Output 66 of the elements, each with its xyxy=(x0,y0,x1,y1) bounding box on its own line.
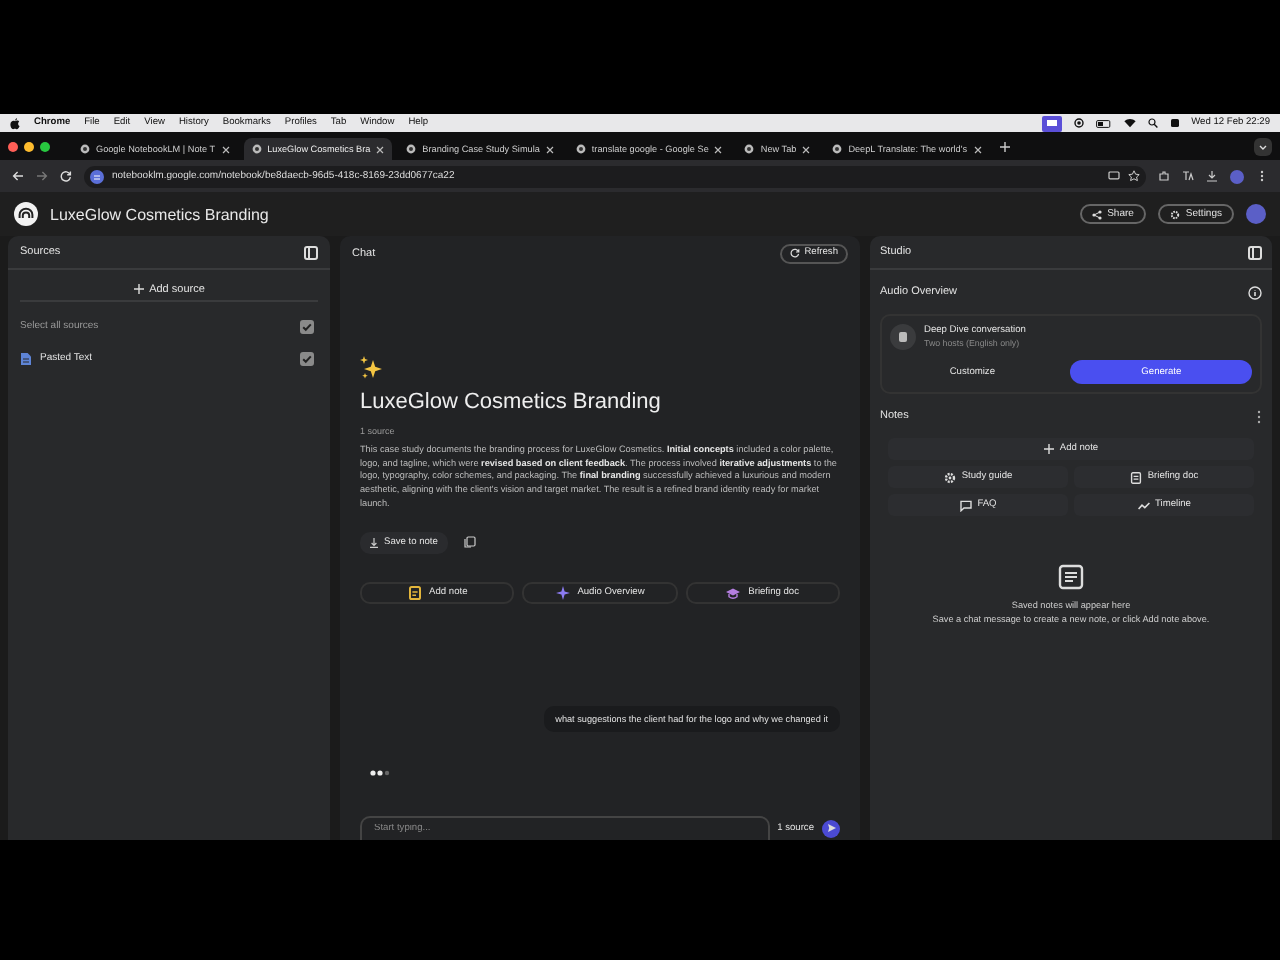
notebook-title: LuxeGlow Cosmetics Branding xyxy=(50,205,271,223)
reload-icon[interactable] xyxy=(60,170,72,182)
close-tab-icon[interactable] xyxy=(376,145,385,153)
close-tab-icon[interactable] xyxy=(714,145,723,153)
speech-bubble-icon xyxy=(959,499,972,511)
more-options-icon[interactable] xyxy=(1256,170,1268,182)
minimize-window-button[interactable] xyxy=(24,141,34,151)
close-tab-icon[interactable] xyxy=(802,145,811,153)
install-icon[interactable] xyxy=(1108,170,1120,182)
sparkle-icon xyxy=(555,585,570,600)
refresh-icon xyxy=(790,248,801,258)
close-tab-icon[interactable] xyxy=(545,145,554,153)
document-icon xyxy=(1129,471,1142,483)
gear-icon xyxy=(943,471,956,483)
record-icon[interactable] xyxy=(1073,118,1084,128)
panel-toggle-icon[interactable] xyxy=(304,245,318,259)
audio-icon xyxy=(890,324,916,350)
battery-icon[interactable] xyxy=(1095,119,1112,127)
panel-toggle-icon[interactable] xyxy=(1248,245,1262,259)
graduation-cap-icon xyxy=(726,585,741,600)
favicon-icon xyxy=(832,144,843,154)
apple-logo-icon[interactable] xyxy=(10,117,20,129)
search-icon[interactable] xyxy=(1147,118,1158,128)
profile-avatar[interactable] xyxy=(1230,169,1244,183)
info-icon[interactable] xyxy=(1248,285,1262,299)
plus-icon xyxy=(1043,444,1054,454)
favicon-icon xyxy=(575,144,586,154)
checkbox[interactable] xyxy=(300,351,314,365)
share-icon xyxy=(1091,209,1102,219)
notebook-heading: LuxeGlow Cosmetics Branding xyxy=(360,390,663,414)
favicon-icon xyxy=(251,144,262,154)
typing-indicator-icon xyxy=(370,769,394,776)
wifi-icon[interactable] xyxy=(1123,118,1136,128)
note-icon xyxy=(407,585,422,600)
copy-icon[interactable] xyxy=(463,536,476,549)
translate-icon[interactable] xyxy=(1182,170,1194,182)
gear-icon xyxy=(1169,209,1180,219)
favicon-icon xyxy=(744,144,755,154)
profile-avatar[interactable] xyxy=(1246,204,1266,224)
send-icon xyxy=(827,824,835,832)
close-window-button[interactable] xyxy=(8,141,18,151)
app-logo-icon[interactable] xyxy=(14,202,38,226)
control-center-icon[interactable] xyxy=(1169,118,1180,128)
document-icon xyxy=(20,351,32,365)
trend-line-icon xyxy=(1137,499,1150,511)
screen-icon[interactable] xyxy=(1041,115,1062,131)
sparkle-icon xyxy=(360,356,382,380)
more-options-icon[interactable] xyxy=(1256,409,1262,423)
back-icon[interactable] xyxy=(12,170,24,182)
send-button[interactable] xyxy=(822,819,840,837)
notes-icon xyxy=(1058,564,1084,590)
download-icon xyxy=(370,537,378,548)
tab-search-icon[interactable] xyxy=(1254,137,1272,155)
extensions-icon[interactable] xyxy=(1158,170,1170,182)
site-info-icon[interactable] xyxy=(90,169,104,183)
close-tab-icon[interactable] xyxy=(973,145,982,153)
checkbox[interactable] xyxy=(300,319,314,333)
zoom-window-button[interactable] xyxy=(40,141,50,151)
bookmark-star-icon[interactable] xyxy=(1128,170,1140,182)
plus-icon xyxy=(133,284,144,294)
download-icon[interactable] xyxy=(1206,170,1218,182)
close-tab-icon[interactable] xyxy=(221,145,230,153)
forward-icon[interactable] xyxy=(36,170,48,182)
favicon-icon xyxy=(80,144,90,154)
favicon-icon xyxy=(406,144,417,154)
new-tab-icon[interactable] xyxy=(999,141,1010,151)
